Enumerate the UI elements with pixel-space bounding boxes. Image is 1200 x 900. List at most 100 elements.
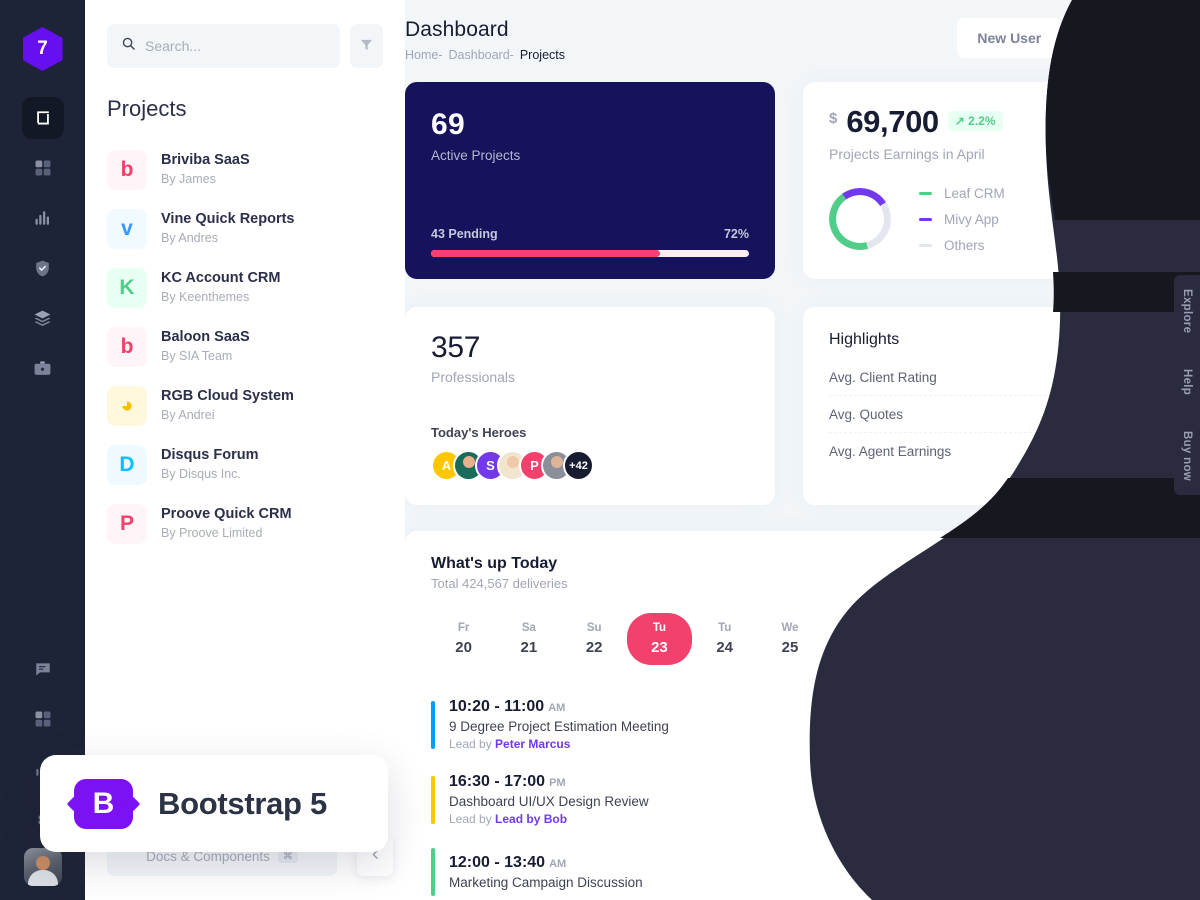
breadcrumb-item-0[interactable]: Home- <box>405 48 443 62</box>
project-text: Disqus Forum By Disqus Inc. <box>161 446 258 484</box>
event-view-button[interactable]: View <box>1093 783 1149 816</box>
briefcase-icon <box>33 359 52 378</box>
event-row: 16:30 - 17:00 PM Dashboard UI/UX Design Re… <box>431 762 1149 837</box>
event-lead-name[interactable]: Lead by Bob <box>495 812 567 826</box>
project-row[interactable]: v Vine Quick Reports By Andres <box>107 199 383 258</box>
calendar-day[interactable]: Sa 21 <box>496 613 561 665</box>
project-logo-icon: P <box>107 503 147 544</box>
currency-symbol: $ <box>829 110 838 127</box>
calendar-day-of-week: Th <box>848 622 863 634</box>
highlight-row: Avg. Agent Earnings ↗ $2,309 <box>829 433 1152 470</box>
breadcrumb-item-1[interactable]: Dashboard- <box>449 48 514 62</box>
earnings-donut-chart <box>829 188 891 250</box>
project-author: By Keenthemes <box>161 290 250 305</box>
rail-item-security[interactable] <box>22 247 64 289</box>
progress-track <box>431 250 749 257</box>
project-row[interactable]: P Proove Quick CRM By Proove Limited <box>107 494 383 553</box>
app-logo-text: 7 <box>37 38 48 59</box>
side-tab-explore[interactable]: Explore <box>1174 275 1200 348</box>
rail-item-chat[interactable] <box>22 648 64 690</box>
project-text: RGB Cloud System By Andrei <box>161 387 294 425</box>
calendar-day[interactable]: Fr 20 <box>431 613 496 665</box>
project-row[interactable]: b Briviba SaaS By James <box>107 140 383 199</box>
breadcrumb-item-2[interactable]: Projects <box>520 48 565 62</box>
calendar-day[interactable]: Fri 27 <box>888 613 953 665</box>
whats-up-header: What's up Today Total 424,567 deliveries… <box>431 555 1149 591</box>
event-lead-name[interactable]: Peter Marcus <box>495 737 570 751</box>
project-text: KC Account CRM By Keenthemes <box>161 269 280 307</box>
calendar-day[interactable]: Mo 30 <box>1084 613 1149 665</box>
legend-value: $7,660 <box>1110 185 1152 201</box>
project-row[interactable]: K KC Account CRM By Keenthemes <box>107 258 383 317</box>
event-view-button[interactable]: View <box>1093 708 1149 741</box>
highlight-unit: /10 <box>1133 369 1152 385</box>
calendar-day-number: 22 <box>585 639 603 656</box>
pending-label: 43 Pending <box>431 227 498 241</box>
search-box[interactable] <box>107 24 340 68</box>
rail-item-layers[interactable] <box>22 297 64 339</box>
project-row[interactable]: ◕ RGB Cloud System By Andrei <box>107 376 383 435</box>
bar-chart-icon <box>34 209 52 227</box>
project-author: By SIA Team <box>161 349 233 364</box>
calendar-day-of-week: Su <box>1043 622 1059 634</box>
professionals-card: 357 Professionals Today's Heroes A S P +42 <box>405 307 775 505</box>
heroes-avatar-group: A S P +42 <box>431 450 749 481</box>
avatar[interactable] <box>23 848 62 886</box>
layers-icon <box>33 309 52 328</box>
project-row[interactable]: D Disqus Forum By Disqus Inc. <box>107 435 383 494</box>
calendar-day[interactable]: Su 22 <box>562 613 627 665</box>
highlights-card: Highlights Avg. Client Rating ↗ 7.8/10 Avg.… <box>803 307 1178 505</box>
active-projects-card: 69 Active Projects 43 Pending 72% <box>405 82 775 279</box>
new-goal-button[interactable]: New Goal <box>1071 18 1175 58</box>
rail-item-dashboard[interactable] <box>22 147 64 189</box>
cube-icon <box>33 108 53 128</box>
calendar-day-of-week: Tu <box>652 622 667 634</box>
side-tab-help[interactable]: Help <box>1174 355 1200 410</box>
event-lead: Lead by Peter Marcus <box>449 737 571 751</box>
highlight-value-group: ↗ 7.8/10 <box>1090 369 1152 385</box>
project-author: By Andrei <box>161 408 215 423</box>
events-list: 10:20 - 11:00 AM 9 Degree Project Estimati… <box>431 687 1149 900</box>
filter-button[interactable] <box>350 24 383 68</box>
professionals-label: Professionals <box>431 369 516 385</box>
calendar-day[interactable]: Su 29 <box>1018 613 1083 665</box>
professionals-value: 357 <box>431 331 481 364</box>
report-center-button[interactable]: Report Cecnter <box>1026 555 1149 589</box>
rail-item-cube[interactable] <box>21 97 64 139</box>
project-logo-icon: D <box>107 444 147 485</box>
calendar-day[interactable]: We 25 <box>757 613 822 665</box>
rail-item-apps[interactable] <box>22 698 64 740</box>
filter-icon <box>359 37 374 55</box>
project-row[interactable]: b Baloon SaaS By SIA Team <box>107 317 383 376</box>
event-color-bar <box>431 848 435 896</box>
search-input[interactable] <box>145 38 326 54</box>
calendar-day-number: 28 <box>977 639 995 656</box>
side-tab-buy-now[interactable]: Buy now <box>1174 417 1200 496</box>
calendar-day[interactable]: Th 26 <box>823 613 888 665</box>
event-view-button[interactable]: View <box>1093 856 1149 888</box>
legend-color-swatch <box>919 191 932 195</box>
calendar-day[interactable]: Sa 28 <box>953 613 1018 665</box>
event-text: 16:30 - 17:00 PM Dashboard UI/UX Design Re… <box>449 773 649 826</box>
active-projects-progress-labels: 43 Pending 72% <box>431 227 749 241</box>
grid-icon <box>34 710 52 728</box>
calendar-day-number: 27 <box>912 639 929 656</box>
legend-value: $45,257 <box>1103 237 1152 253</box>
new-user-button[interactable]: New User <box>957 18 1062 58</box>
bootstrap-promo-badge: B Bootstrap 5 <box>40 755 388 852</box>
event-title: Marketing Campaign Discussion <box>449 875 643 890</box>
event-text: 10:20 - 11:00 AM 9 Degree Project Estimati… <box>449 698 669 751</box>
chat-icon <box>34 660 52 678</box>
calendar-day[interactable]: Tu 23 <box>626 613 693 665</box>
rail-nav <box>21 97 64 389</box>
event-ampm: AM <box>549 858 567 870</box>
grid-icon <box>34 159 52 177</box>
heroes-overflow-count[interactable]: +42 <box>563 450 594 481</box>
bootstrap-logo-letter: B <box>92 786 115 820</box>
calendar-day[interactable]: Tu 24 <box>692 613 757 665</box>
project-logo-icon: K <box>107 267 147 308</box>
rail-item-reports[interactable] <box>22 197 64 239</box>
app-logo[interactable]: 7 <box>22 27 63 71</box>
event-lead: Lead by Lead by Bob <box>449 812 568 826</box>
rail-item-briefcase[interactable] <box>22 347 64 389</box>
